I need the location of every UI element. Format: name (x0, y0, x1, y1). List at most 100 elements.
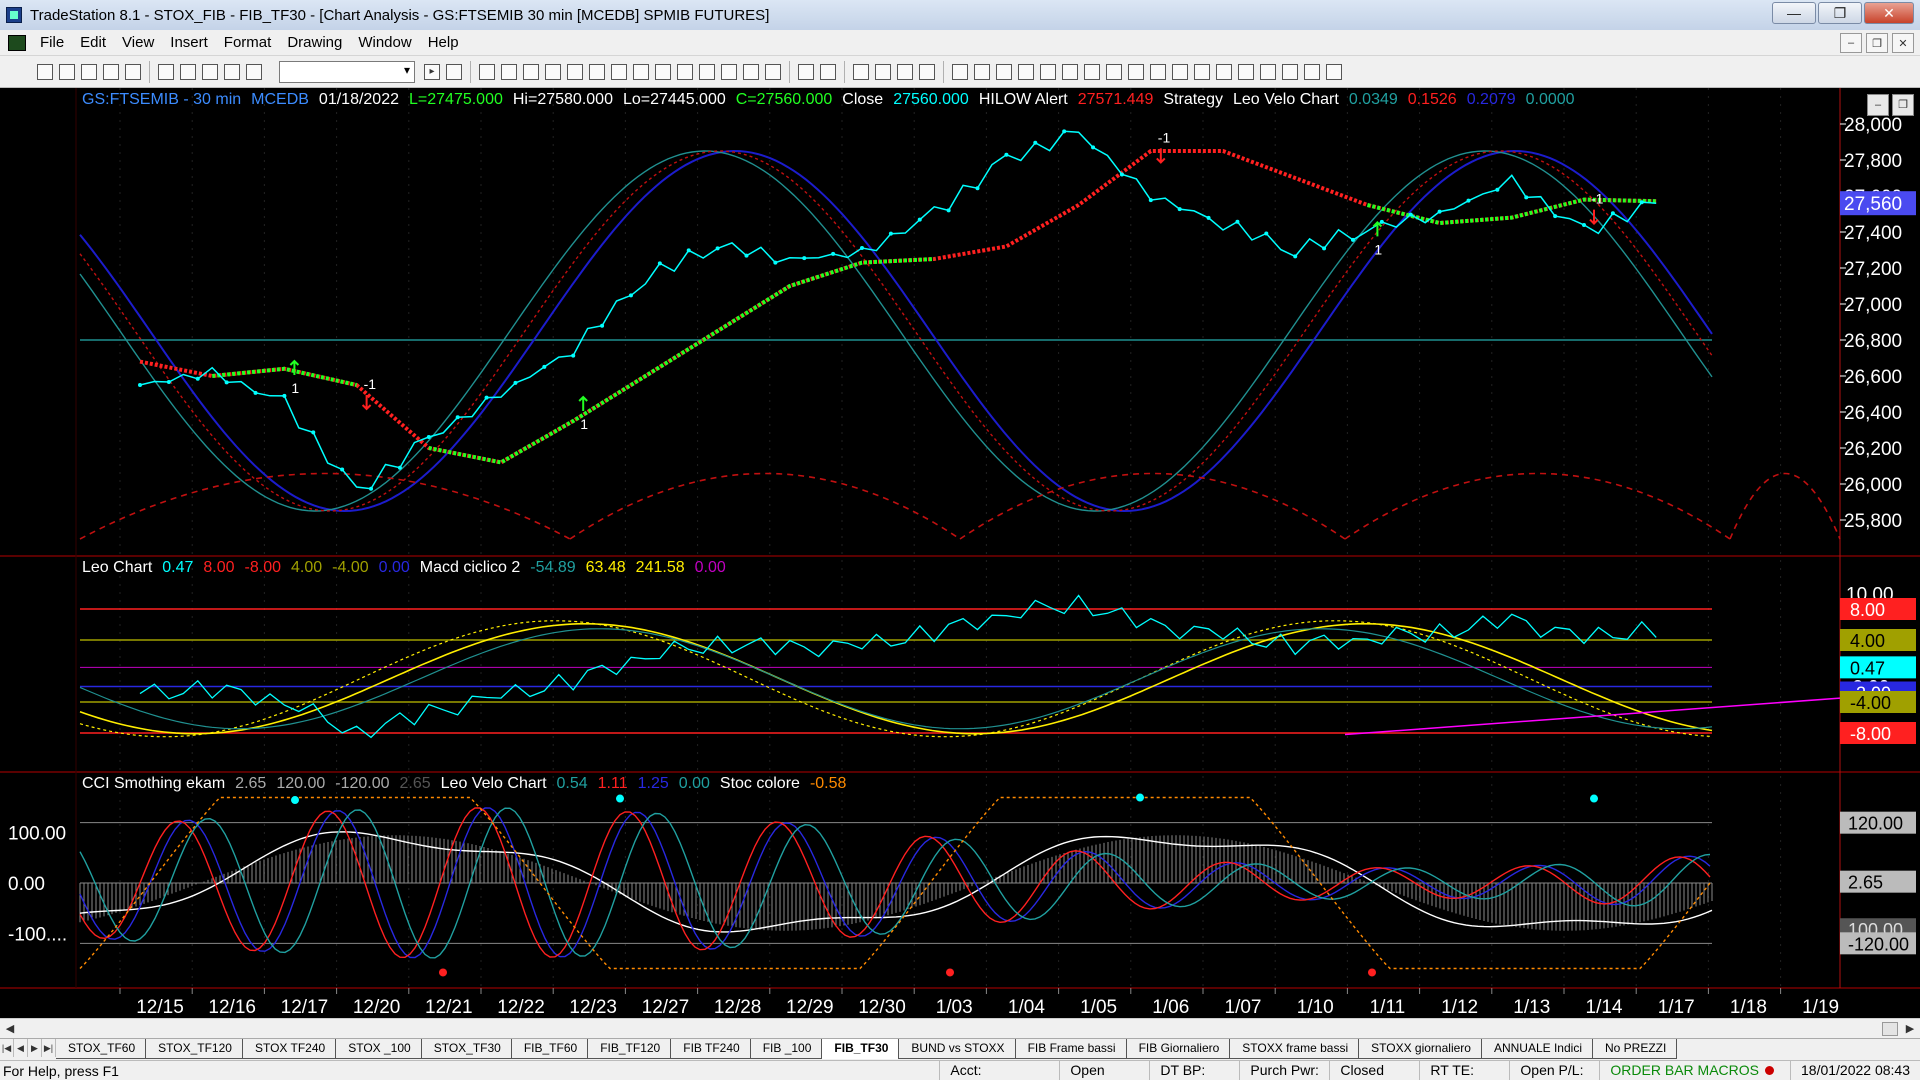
symbol-lookup-icon[interactable] (446, 63, 462, 80)
drawing-tool-icon-1[interactable] (875, 63, 891, 80)
chart-restore-button[interactable]: ❐ (1892, 94, 1914, 116)
chart-tool-icon-11[interactable] (721, 63, 737, 80)
tab-next-icon[interactable]: ▶ (28, 1039, 42, 1057)
tradestation-app-icon[interactable] (6, 7, 22, 23)
tab-stox-tf120[interactable]: STOX_TF120 (146, 1039, 243, 1059)
new-icon[interactable] (37, 63, 53, 80)
tab-fib-tf30[interactable]: FIB_TF30 (822, 1039, 900, 1059)
mdi-close-button[interactable]: ✕ (1892, 33, 1914, 53)
copy-icon[interactable] (103, 63, 119, 80)
menu-window[interactable]: Window (350, 34, 419, 51)
draw-object-icon-16[interactable] (1304, 63, 1320, 80)
chart-tool-icon-4[interactable] (567, 63, 583, 80)
tab-prev-icon[interactable]: ◀ (14, 1039, 28, 1057)
status-order-bar-macros[interactable]: ORDER BAR MACROS (1599, 1061, 1790, 1080)
tab-stox-tf60[interactable]: STOX_TF60 (56, 1039, 147, 1059)
draw-object-icon-8[interactable] (1128, 63, 1144, 80)
zoom-in-icon[interactable] (798, 63, 814, 80)
symbol-combo[interactable] (279, 60, 415, 83)
tab-last-icon[interactable]: ▶| (42, 1039, 56, 1057)
draw-object-icon-5[interactable] (1062, 63, 1078, 80)
chart-area[interactable]: 12/15 12/16 12/17 12/20 12/21 12/22 12/23 12/27… (0, 88, 1920, 1018)
drawing-tool-icon-2[interactable] (897, 63, 913, 80)
chart-minimize-button[interactable]: – (1867, 94, 1889, 116)
minimize-button[interactable]: — (1772, 2, 1816, 24)
tab-annuale-indici[interactable]: ANNUALE Indici (1481, 1039, 1593, 1059)
draw-object-icon-3[interactable] (1018, 63, 1034, 80)
strategy-icon[interactable] (224, 63, 240, 80)
menu-file[interactable]: File (32, 34, 72, 51)
scroll-left-icon[interactable]: ◀ (2, 1021, 18, 1037)
horizontal-scrollbar[interactable]: ◀ ▶ (0, 1018, 1920, 1038)
zoom-out-icon[interactable] (820, 63, 836, 80)
draw-object-icon-2[interactable] (996, 63, 1012, 80)
chart-tool-icon-1[interactable] (501, 63, 517, 80)
tab-bund-vs-stoxx[interactable]: BUND vs STOXX (899, 1039, 1016, 1059)
menu-help[interactable]: Help (420, 34, 467, 51)
maximize-button[interactable]: ❐ (1818, 2, 1862, 24)
chart-tool-icon-3[interactable] (545, 63, 561, 80)
go-icon[interactable]: ▸ (424, 63, 440, 80)
chart-tool-icon-5[interactable] (589, 63, 605, 80)
legend2-v6: 0.00 (378, 559, 410, 576)
draw-object-icon-1[interactable] (974, 63, 990, 80)
chart-tool-icon-7[interactable] (633, 63, 649, 80)
tab-fib-frame-bassi[interactable]: FIB Frame bassi (1015, 1039, 1127, 1059)
legend3-c2: 120.00 (276, 775, 326, 792)
chart-tool-icon-8[interactable] (655, 63, 671, 80)
tab-stox-tf30[interactable]: STOX_TF30 (421, 1039, 512, 1059)
chart-tool-icon-6[interactable] (611, 63, 627, 80)
menu-insert[interactable]: Insert (162, 34, 216, 51)
tab-fib-100[interactable]: FIB _100 (750, 1039, 823, 1059)
tab-stoxx-giornaliero[interactable]: STOXX giornaliero (1359, 1039, 1482, 1059)
format-icon[interactable] (202, 63, 218, 80)
tab-first-icon[interactable]: |◀ (0, 1039, 14, 1057)
draw-object-icon-14[interactable] (1260, 63, 1276, 80)
drawing-tool-icon-0[interactable] (853, 63, 869, 80)
menu-format[interactable]: Format (216, 34, 280, 51)
chart-tool-icon-13[interactable] (765, 63, 781, 80)
tab-fib-giornaliero[interactable]: FIB Giornaliero (1126, 1039, 1231, 1059)
draw-object-icon-12[interactable] (1216, 63, 1232, 80)
draw-object-icon-0[interactable] (952, 63, 968, 80)
menu-edit[interactable]: Edit (72, 34, 114, 51)
chart-tool-icon-0[interactable] (479, 63, 495, 80)
print-preview-icon[interactable] (180, 63, 196, 80)
draw-object-icon-11[interactable] (1194, 63, 1210, 80)
chart-tool-icon-2[interactable] (523, 63, 539, 80)
save-icon[interactable] (81, 63, 97, 80)
tab-stox-tf240[interactable]: STOX TF240 (242, 1039, 337, 1059)
tab-stoxx-frame-bassi[interactable]: STOXX frame bassi (1230, 1039, 1360, 1059)
mdi-minimize-button[interactable]: – (1840, 33, 1862, 53)
print-icon[interactable] (158, 63, 174, 80)
tab-fib-tf120[interactable]: FIB_TF120 (588, 1039, 672, 1059)
draw-object-icon-10[interactable] (1172, 63, 1188, 80)
scroll-thumb[interactable] (1882, 1022, 1898, 1036)
chart-canvas[interactable]: 12/15 12/16 12/17 12/20 12/21 12/22 12/23 12/27… (0, 88, 1920, 1018)
drawing-tool-icon-3[interactable] (919, 63, 935, 80)
chart-tool-icon-12[interactable] (743, 63, 759, 80)
price-label-10: 26,000 (1844, 475, 1902, 496)
open-icon[interactable] (59, 63, 75, 80)
menu-drawing[interactable]: Drawing (279, 34, 350, 51)
folder-icon[interactable] (125, 63, 141, 80)
draw-object-icon-4[interactable] (1040, 63, 1056, 80)
draw-object-icon-17[interactable] (1326, 63, 1342, 80)
draw-object-icon-7[interactable] (1106, 63, 1122, 80)
palette-icon[interactable] (246, 63, 262, 80)
scroll-right-icon[interactable]: ▶ (1902, 1021, 1918, 1037)
chart-tool-icon-9[interactable] (677, 63, 693, 80)
chart-tool-icon-10[interactable] (699, 63, 715, 80)
chart-document-icon[interactable] (8, 34, 26, 51)
tab-fib-tf240[interactable]: FIB TF240 (671, 1039, 751, 1059)
draw-object-icon-9[interactable] (1150, 63, 1166, 80)
menu-view[interactable]: View (114, 34, 162, 51)
draw-object-icon-13[interactable] (1238, 63, 1254, 80)
mdi-restore-button[interactable]: ❐ (1866, 33, 1888, 53)
draw-object-icon-6[interactable] (1084, 63, 1100, 80)
tab-fib-tf60[interactable]: FIB_TF60 (511, 1039, 589, 1059)
close-button[interactable]: ✕ (1864, 2, 1914, 24)
tab-stox-100[interactable]: STOX _100 (336, 1039, 422, 1059)
tab-no-prezzi[interactable]: No PREZZI (1592, 1039, 1678, 1059)
draw-object-icon-15[interactable] (1282, 63, 1298, 80)
